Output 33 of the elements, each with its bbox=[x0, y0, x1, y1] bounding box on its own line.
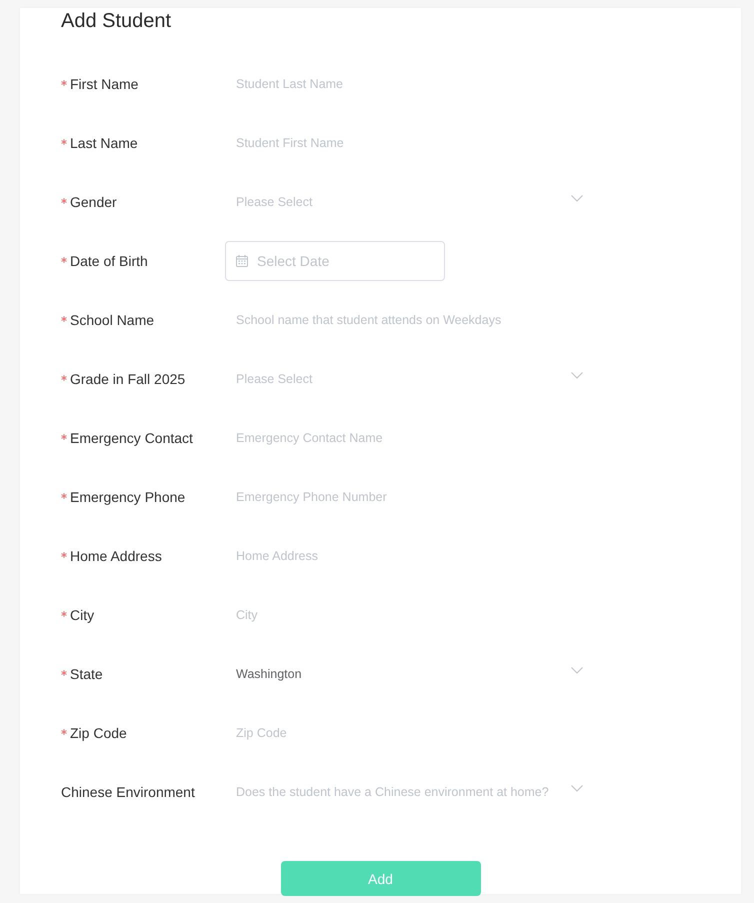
add-button[interactable]: Add bbox=[280, 861, 480, 896]
input-field[interactable]: Emergency Phone Number bbox=[225, 477, 590, 517]
form-title: Add Student bbox=[61, 9, 172, 34]
field-label: Grade in Fall 2025 bbox=[70, 371, 186, 387]
input-field[interactable]: School name that student attends on Weekdays bbox=[225, 300, 590, 340]
field-label: Zip Code bbox=[70, 725, 127, 741]
field-label: Home Address bbox=[70, 548, 162, 564]
input-field[interactable]: Home Address bbox=[225, 536, 590, 576]
field-label: Gender bbox=[70, 194, 117, 210]
field-label: Date of Birth bbox=[70, 253, 148, 269]
field-label: School Name bbox=[70, 312, 154, 328]
chevron-down-icon bbox=[571, 372, 583, 379]
field-label: Chinese Environment bbox=[61, 784, 195, 800]
field-label: City bbox=[70, 607, 94, 623]
input-field[interactable]: City bbox=[225, 595, 590, 635]
chevron-down-icon bbox=[571, 785, 583, 792]
select-field[interactable]: Please Select bbox=[225, 182, 590, 222]
input-field[interactable]: Student First Name bbox=[225, 123, 590, 163]
chevron-down-icon bbox=[571, 195, 583, 202]
date-picker-field[interactable]: Select Date bbox=[225, 241, 445, 281]
field-label: Emergency Contact bbox=[70, 430, 193, 446]
input-field[interactable]: Emergency Contact Name bbox=[225, 418, 590, 458]
select-field[interactable]: Does the student have a Chinese environment at home? bbox=[225, 772, 590, 812]
select-field[interactable]: Washington bbox=[225, 654, 590, 694]
select-field[interactable]: Please Select bbox=[225, 359, 590, 399]
field-label: Last Name bbox=[70, 135, 138, 151]
chevron-down-icon bbox=[571, 667, 583, 674]
input-field[interactable]: Zip Code bbox=[225, 713, 590, 753]
field-label: Emergency Phone bbox=[70, 489, 186, 505]
input-field[interactable]: Student Last Name bbox=[225, 64, 590, 104]
field-label: First Name bbox=[70, 76, 138, 92]
calendar-icon bbox=[236, 255, 248, 267]
field-label: State bbox=[70, 666, 103, 682]
